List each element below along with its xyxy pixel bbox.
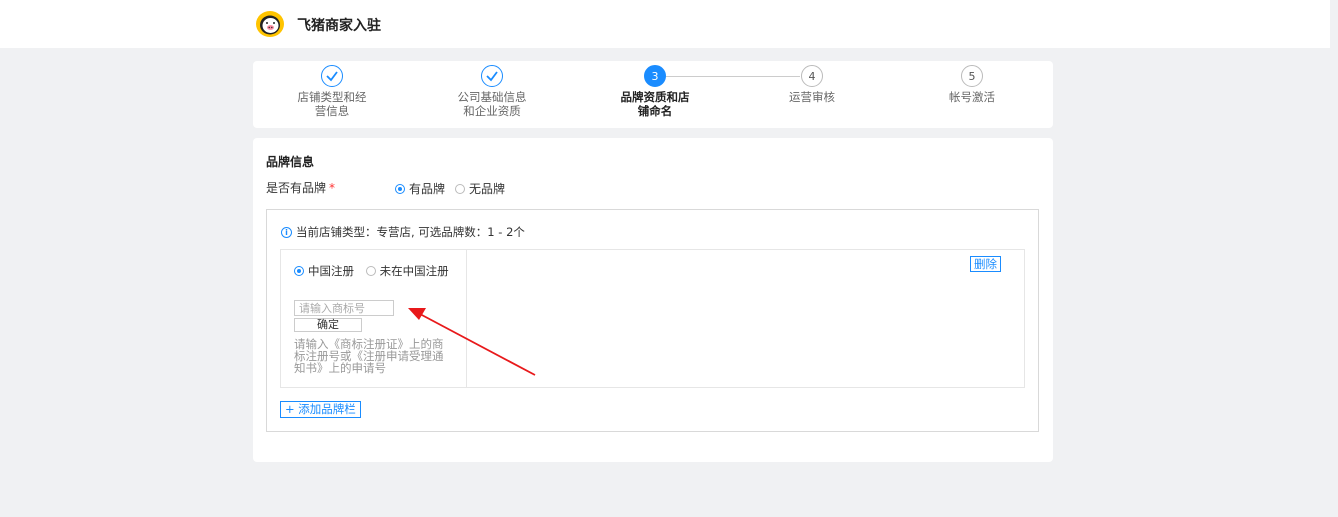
- step-4-label: 运营审核: [789, 90, 835, 104]
- progress-steps: 店铺类型和经营信息 公司基础信息和企业资质 3 品牌资质和店铺命名 4 运营审核…: [253, 61, 1053, 128]
- fliggy-logo-icon: [256, 11, 284, 37]
- step-2: 公司基础信息和企业资质: [432, 65, 552, 118]
- confirm-button[interactable]: 确定: [294, 318, 362, 332]
- reg-china-label[interactable]: 中国注册: [308, 264, 354, 278]
- add-brand-row-button[interactable]: + 添加品牌栏: [280, 401, 361, 418]
- step-5-label: 帐号激活: [949, 90, 995, 104]
- step-2-check-icon: [481, 65, 503, 87]
- radio-no-label[interactable]: 无品牌: [469, 180, 505, 197]
- info-icon: i: [281, 226, 292, 238]
- registration-radios: 中国注册 未在中国注册: [294, 264, 454, 278]
- scrollbar[interactable]: [1330, 0, 1338, 517]
- step-2-label: 公司基础信息和企业资质: [457, 90, 527, 118]
- step-5-number: 5: [961, 65, 983, 87]
- brand-entry-left: 中国注册 未在中国注册 确定 请输入《商标注册证》上的商标注册号或《注册申请受理…: [281, 250, 467, 387]
- store-type-info: i 当前店铺类型：专营店, 可选品牌数：1 - 2个: [281, 224, 525, 240]
- radio-checked-icon[interactable]: [395, 183, 405, 194]
- required-mark: *: [329, 181, 336, 195]
- has-brand-radio-no[interactable]: 无品牌: [455, 180, 505, 197]
- brand-info-card: 品牌信息 是否有品牌 * 有品牌 无品牌 i 当前店铺类型：专营店, 可选品牌数：…: [253, 138, 1053, 462]
- brand-box: i 当前店铺类型：专营店, 可选品牌数：1 - 2个 中国注册 未在中国注册 确…: [266, 209, 1039, 432]
- step-4-number: 4: [801, 65, 823, 87]
- step-1: 店铺类型和经营信息: [272, 65, 392, 118]
- store-type-info-text: 当前店铺类型：专营店, 可选品牌数：1 - 2个: [296, 225, 525, 239]
- reg-foreign-radio[interactable]: 未在中国注册: [365, 264, 449, 278]
- step-1-check-icon: [321, 65, 343, 87]
- trademark-number-input[interactable]: [294, 300, 394, 316]
- has-brand-label: 是否有品牌 *: [266, 179, 335, 196]
- trademark-hint: 请输入《商标注册证》上的商标注册号或《注册申请受理通知书》上的申请号: [294, 337, 444, 375]
- top-header: 飞猪商家入驻: [0, 0, 1330, 48]
- delete-button[interactable]: 删除: [970, 256, 1001, 272]
- step-3-number: 3: [644, 65, 666, 87]
- brand-entry-row: 中国注册 未在中国注册 确定 请输入《商标注册证》上的商标注册号或《注册申请受理…: [280, 249, 1025, 388]
- radio-yes-label[interactable]: 有品牌: [409, 180, 445, 197]
- step-1-label: 店铺类型和经营信息: [297, 90, 367, 118]
- radio-unchecked-icon[interactable]: [365, 266, 376, 276]
- step-5: 5 帐号激活: [912, 65, 1032, 104]
- page-title: 飞猪商家入驻: [297, 18, 381, 34]
- step-3-label: 品牌资质和店铺命名: [620, 90, 690, 118]
- step-4: 4 运营审核: [752, 65, 872, 104]
- has-brand-question: 是否有品牌: [266, 181, 327, 195]
- reg-foreign-label[interactable]: 未在中国注册: [380, 264, 449, 278]
- step-3: 3 品牌资质和店铺命名: [595, 65, 715, 118]
- section-title: 品牌信息: [266, 155, 315, 169]
- has-brand-radio-yes[interactable]: 有品牌: [395, 180, 445, 197]
- radio-unchecked-icon[interactable]: [455, 183, 465, 194]
- radio-checked-icon[interactable]: [294, 266, 304, 276]
- reg-china-radio[interactable]: 中国注册: [294, 264, 354, 278]
